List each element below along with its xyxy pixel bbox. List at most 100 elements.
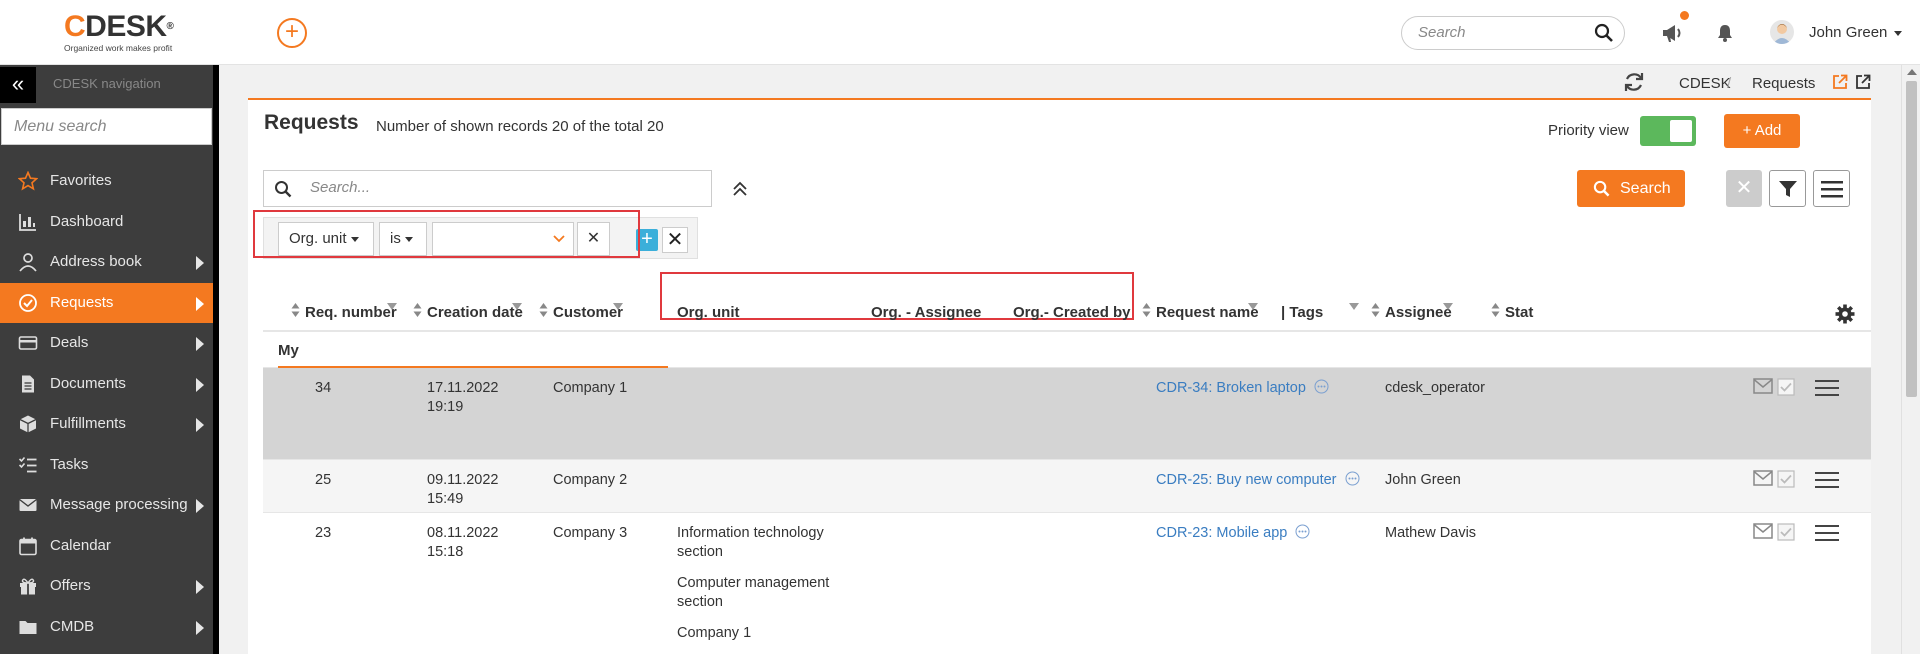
global-search[interactable] (1401, 16, 1625, 50)
sidebar-item-cmdb[interactable]: CMDB (0, 607, 213, 648)
scroll-thumb[interactable] (1906, 81, 1917, 397)
collapse-sidebar-button[interactable]: « (0, 67, 36, 103)
hamburger-icon[interactable] (1815, 472, 1839, 488)
request-link[interactable]: CDR-34: Broken laptop (1156, 380, 1306, 396)
sidebar-item-deals[interactable]: Deals (0, 323, 213, 364)
sidebar-item-calendar[interactable]: Calendar (0, 526, 213, 567)
sort-icon[interactable] (413, 302, 422, 318)
column-filter-icon[interactable] (1248, 298, 1258, 310)
sort-icon[interactable] (1142, 302, 1151, 318)
table-row[interactable]: 34 17.11.2022 19:19 Company 1 CDR-34: Broken… (263, 368, 1871, 460)
external-link-icon[interactable] (1855, 74, 1871, 90)
sidebar-item-fulfillments[interactable]: Fulfillments (0, 404, 213, 445)
column-header-org-unit[interactable]: Org. unit (677, 304, 740, 321)
group-row[interactable]: My (263, 332, 1871, 368)
request-link[interactable]: CDR-25: Buy new computer (1156, 472, 1337, 488)
request-link[interactable]: CDR-23: Mobile app (1156, 525, 1287, 541)
menu-search[interactable] (1, 108, 212, 145)
request-search-input[interactable] (310, 179, 690, 196)
hamburger-icon[interactable] (1815, 525, 1839, 541)
request-name-cell[interactable]: CDR-34: Broken laptop (1156, 379, 1361, 398)
list-menu-button[interactable] (1813, 170, 1850, 207)
sidebar-item-documents[interactable]: Documents (0, 364, 213, 405)
search-button[interactable]: Search (1577, 170, 1685, 207)
column-filter-icon[interactable] (1443, 298, 1453, 310)
sidebar-item-offers[interactable]: Offers (0, 566, 213, 607)
envelope-icon[interactable] (1753, 523, 1773, 539)
column-header-tags[interactable]: | Tags (1281, 304, 1323, 321)
global-search-input[interactable] (1418, 24, 1588, 41)
scroll-up-arrow-icon[interactable] (1907, 69, 1917, 75)
checkbox-icon[interactable] (1777, 523, 1795, 541)
column-header-creation-date[interactable]: Creation date (427, 304, 523, 321)
hamburger-icon[interactable] (1815, 380, 1839, 396)
filter-button[interactable] (1769, 170, 1806, 207)
checkbox-icon[interactable] (1777, 470, 1795, 488)
sidebar-item-requests[interactable]: Requests (0, 282, 213, 323)
submenu-arrow-icon (196, 418, 204, 432)
gift-icon (20, 578, 36, 595)
more-dots-icon[interactable] (1314, 379, 1329, 394)
request-name-cell[interactable]: CDR-23: Mobile app (1156, 524, 1361, 543)
search-button-label: Search (1620, 180, 1671, 197)
column-filter-icon[interactable] (387, 298, 397, 310)
megaphone-icon[interactable] (1660, 22, 1684, 44)
priority-view-toggle[interactable] (1640, 116, 1696, 146)
column-header-status[interactable]: Stat (1505, 304, 1533, 321)
cdesk-logo[interactable]: CDESK® Organized work makes profit (64, 12, 194, 54)
search-icon[interactable] (1594, 23, 1614, 43)
card-icon (18, 336, 38, 350)
request-name-cell[interactable]: CDR-25: Buy new computer (1156, 471, 1361, 490)
column-header-org-assignee[interactable]: Org. - Assignee (871, 304, 981, 321)
sidebar-item-tasks[interactable]: Tasks (0, 445, 213, 486)
request-search[interactable] (263, 170, 712, 207)
refresh-icon[interactable] (1622, 70, 1646, 94)
envelope-icon[interactable] (1753, 470, 1773, 486)
open-new-window-icon[interactable] (1832, 74, 1848, 90)
sort-icon[interactable] (1491, 302, 1500, 318)
org-unit-item: Computer management section (677, 575, 830, 610)
sidebar-item-label: Message processing (50, 496, 188, 513)
sidebar-item-label: Deals (50, 334, 89, 351)
table-row[interactable]: 25 09.11.2022 15:49 Company 2 CDR-25: Buy ne… (263, 460, 1871, 513)
time-text: 15:49 (427, 491, 464, 507)
column-header-org-created-by[interactable]: Org.- Created by (1013, 304, 1131, 321)
quick-add-button[interactable]: + (277, 18, 307, 48)
sidebar-item-address-book[interactable]: Address book (0, 242, 213, 283)
column-filter-icon[interactable] (613, 298, 623, 310)
sidebar-item-message-processing[interactable]: Message processing (0, 485, 213, 526)
remove-filter-button[interactable]: ✕ (662, 227, 688, 253)
document-icon (22, 375, 34, 392)
records-count: Number of shown records 20 of the total … (376, 118, 664, 135)
table-header: Req. number Creation date Customer Org. uni… (263, 292, 1871, 332)
column-header-request-name[interactable]: Request name (1156, 304, 1259, 321)
sidebar-item-favorites[interactable]: Favorites (0, 161, 213, 202)
collapse-filter-icon[interactable] (731, 180, 749, 198)
avatar[interactable] (1770, 20, 1794, 44)
column-header-req-number[interactable]: Req. number (305, 304, 397, 321)
menu-search-input[interactable] (2, 109, 211, 144)
vertical-scrollbar[interactable] (1901, 65, 1920, 654)
checkbox-icon[interactable] (1777, 378, 1795, 396)
bell-icon[interactable] (1715, 23, 1735, 43)
more-dots-icon[interactable] (1345, 471, 1360, 486)
user-menu[interactable]: John Green (1809, 24, 1902, 41)
add-button[interactable]: + Add (1724, 114, 1800, 148)
gear-icon[interactable] (1835, 304, 1855, 324)
column-header-assignee[interactable]: Assignee (1385, 304, 1452, 321)
date-text: 08.11.2022 (427, 525, 499, 541)
creation-date-cell: 17.11.2022 19:19 (427, 379, 499, 417)
envelope-icon[interactable] (1753, 378, 1773, 394)
sort-icon[interactable] (291, 302, 300, 318)
table-row[interactable]: 23 08.11.2022 15:18 Company 3 Information te… (263, 513, 1871, 654)
sidebar-item-dashboard[interactable]: Dashboard (0, 202, 213, 243)
column-filter-icon[interactable] (1349, 298, 1359, 310)
breadcrumb-current: Requests (1752, 75, 1816, 92)
clear-filter-button[interactable]: ✕ (1726, 170, 1762, 207)
sort-icon[interactable] (539, 302, 548, 318)
column-filter-icon[interactable] (512, 298, 522, 310)
sort-icon[interactable] (1371, 302, 1380, 318)
breadcrumb-root[interactable]: CDESK (1679, 75, 1731, 92)
tasks-icon (18, 456, 37, 472)
more-dots-icon[interactable] (1295, 524, 1310, 539)
